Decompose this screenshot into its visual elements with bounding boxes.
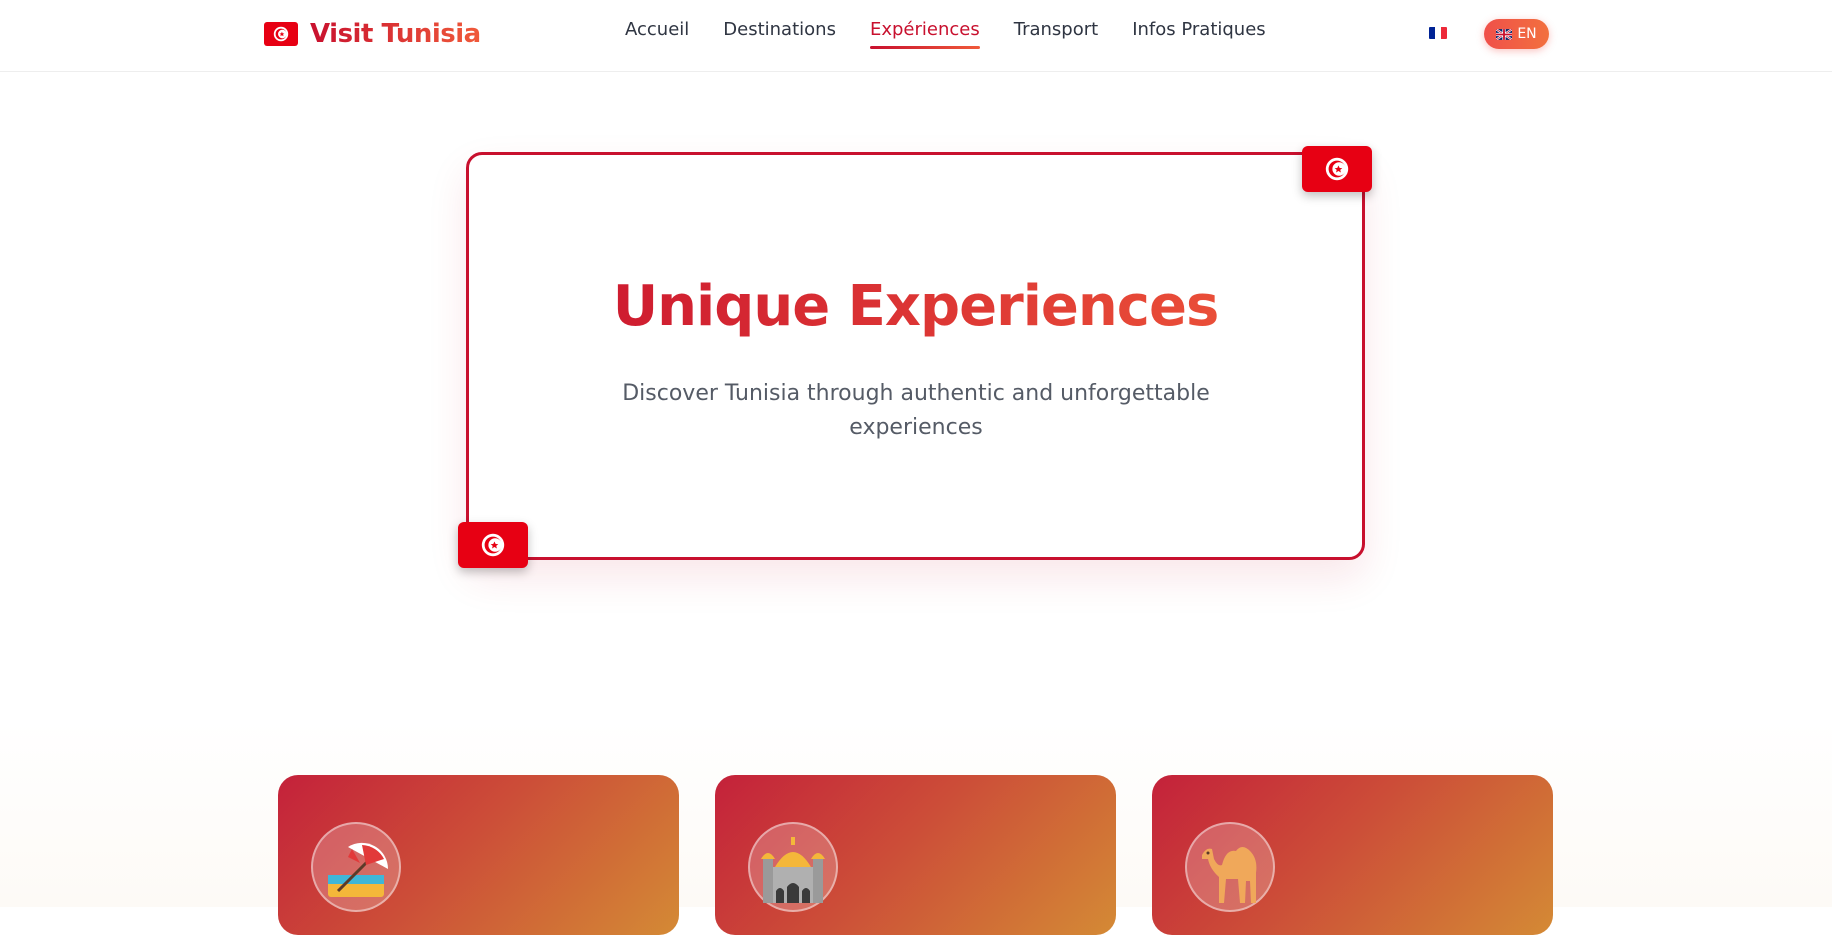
- beach-umbrella-icon: [311, 822, 401, 912]
- tunisia-flag-icon: [458, 522, 528, 568]
- navbar: Visit Tunisia Accueil Destinations Expér…: [0, 0, 1832, 72]
- uk-flag-icon: [1496, 28, 1513, 40]
- nav-item-infos-pratiques[interactable]: Infos Pratiques: [1132, 19, 1265, 49]
- french-flag-icon[interactable]: [1429, 27, 1447, 39]
- brand-name: Visit Tunisia: [310, 19, 481, 49]
- nav-item-destinations[interactable]: Destinations: [723, 19, 836, 49]
- hero-card: [466, 152, 1365, 560]
- nav-item-experiences[interactable]: Expériences: [869, 19, 980, 49]
- hero-subtitle: Discover Tunisia through authentic and u…: [622, 381, 1210, 440]
- camel-icon: [1185, 822, 1275, 912]
- language-en-label: EN: [1517, 26, 1537, 42]
- experience-card-desert[interactable]: [1152, 775, 1553, 935]
- hero-title: Unique Experiences: [466, 274, 1365, 339]
- tunisia-flag-icon: [264, 22, 298, 46]
- main-nav: Accueil Destinations Expériences Transpo…: [625, 19, 1266, 49]
- language-switch-en[interactable]: EN: [1484, 19, 1549, 49]
- nav-item-accueil[interactable]: Accueil: [625, 19, 689, 49]
- nav-item-transport[interactable]: Transport: [1014, 19, 1098, 49]
- experience-card-culture[interactable]: [715, 775, 1116, 935]
- experience-card-beach[interactable]: [278, 775, 679, 935]
- mosque-icon: [748, 822, 838, 912]
- tunisia-flag-icon: [1302, 146, 1372, 192]
- brand-logo[interactable]: Visit Tunisia: [264, 18, 481, 50]
